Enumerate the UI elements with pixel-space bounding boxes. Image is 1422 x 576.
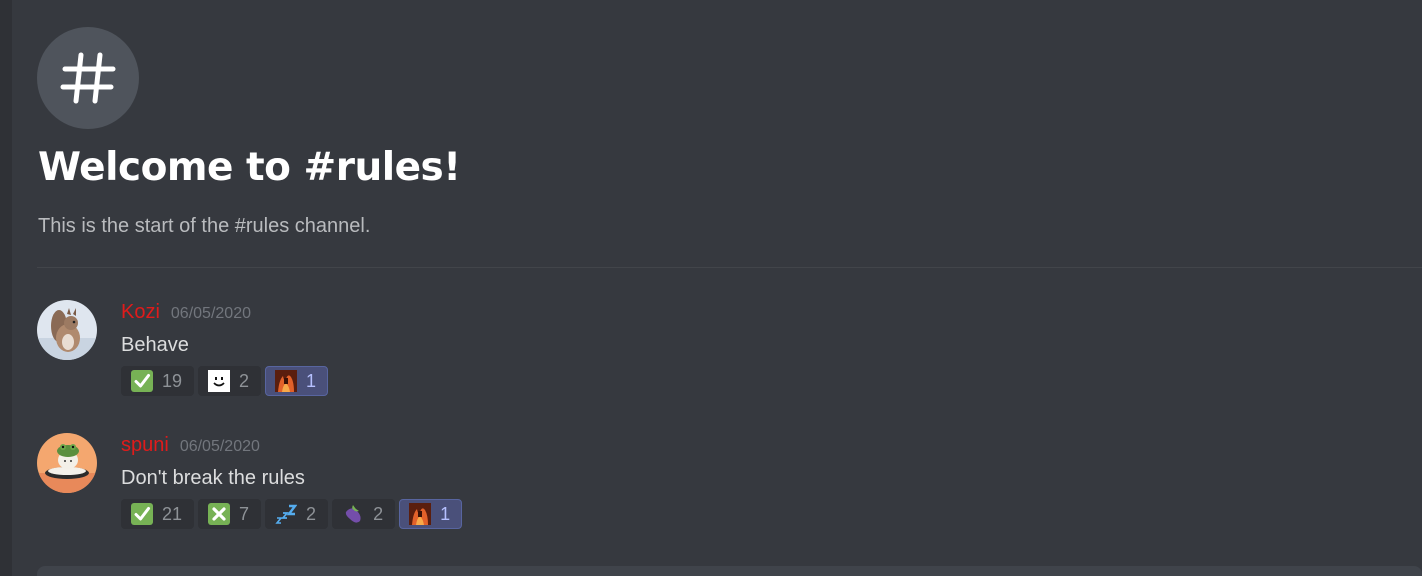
welcome-subtitle: This is the start of the #rules channel.	[38, 215, 371, 237]
reaction-eggplant[interactable]: 2	[332, 499, 396, 529]
message-item: spuni 06/05/2020 Don't break the rules 2…	[37, 433, 1422, 533]
timestamp: 06/05/2020	[179, 438, 260, 455]
reaction-zzz[interactable]: 2	[265, 499, 329, 529]
username[interactable]: Kozi	[121, 301, 160, 324]
custom-fire-emoji-icon	[409, 503, 432, 525]
reaction-bar: 21 7 2 2 1	[121, 499, 463, 529]
hash-icon	[60, 52, 116, 104]
reaction-count: 19	[162, 370, 183, 391]
reaction-count: 1	[440, 503, 451, 524]
author-line: spuni 06/05/2020	[121, 434, 260, 457]
timestamp: 06/05/2020	[170, 305, 251, 322]
reaction-custom-fire[interactable]: 1	[399, 499, 463, 529]
divider	[37, 267, 1422, 268]
reaction-cross[interactable]: 7	[198, 499, 262, 529]
reaction-bar: 19 2 1	[121, 366, 329, 396]
username[interactable]: spuni	[121, 434, 169, 457]
eggplant-icon	[345, 505, 361, 523]
reaction-count: 1	[306, 370, 317, 391]
reaction-count: 2	[239, 370, 250, 391]
squirrel-avatar[interactable]	[37, 300, 97, 360]
frog-hat-avatar[interactable]	[37, 433, 97, 493]
reaction-count: 21	[162, 503, 183, 524]
channel-hash-badge	[37, 27, 139, 129]
message-item: Kozi 06/05/2020 Behave 19 2 1	[37, 300, 1422, 400]
custom-fire-emoji-icon	[275, 370, 298, 392]
reaction-count: 2	[373, 503, 384, 524]
check-mark-icon	[131, 503, 153, 525]
zzz-icon	[275, 504, 298, 524]
reaction-count: 7	[239, 503, 250, 524]
channel-view: Welcome to #rules! This is the start of …	[37, 0, 1422, 576]
author-line: Kozi 06/05/2020	[121, 301, 251, 324]
reaction-check[interactable]: 19	[121, 366, 195, 396]
welcome-title: Welcome to #rules!	[38, 145, 461, 190]
reaction-check[interactable]: 21	[121, 499, 195, 529]
message-text: Don't break the rules	[121, 467, 305, 489]
left-scroll-strip	[0, 0, 12, 576]
cross-mark-icon	[208, 503, 231, 525]
reaction-custom-fire[interactable]: 1	[265, 366, 329, 396]
reaction-count: 2	[306, 503, 317, 524]
message-input-bar-edge[interactable]	[37, 566, 1422, 576]
reaction-smiley[interactable]: 2	[198, 366, 262, 396]
message-text: Behave	[121, 334, 189, 356]
check-mark-icon	[131, 370, 153, 392]
smiley-face-icon	[208, 370, 231, 392]
